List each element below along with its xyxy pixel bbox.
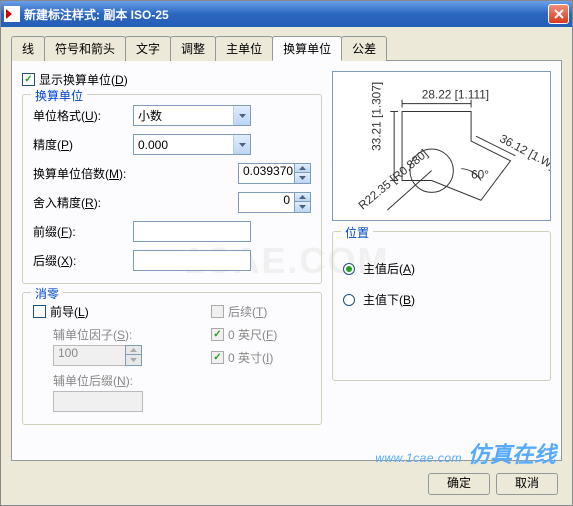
radio-icon — [343, 294, 355, 306]
show-alt-units-checkbox[interactable]: 显示换算单位(D) — [22, 71, 322, 88]
subfactor-spinner: 100 — [53, 345, 211, 366]
position-below-radio[interactable]: 主值下(B) — [343, 291, 540, 308]
spinner-down-icon — [125, 355, 142, 366]
tab-content: 1CAE.COM 显示换算单位(D) 换算单位 单位格式(U): 小数 — [11, 61, 562, 461]
tab-fit[interactable]: 调整 — [170, 36, 216, 61]
subsuffix-input — [53, 391, 143, 412]
spinner-down-icon[interactable] — [294, 202, 311, 213]
checkbox-icon — [22, 73, 35, 86]
tab-primary[interactable]: 主单位 — [215, 36, 273, 61]
checkbox-icon — [33, 305, 46, 318]
chevron-down-icon — [233, 106, 250, 125]
radio-icon — [343, 263, 355, 275]
checkbox-icon — [211, 328, 224, 341]
leading-checkbox[interactable]: 前导(L) — [33, 303, 211, 320]
prefix-input[interactable] — [133, 221, 251, 242]
svg-text:33.21 [1.307]: 33.21 [1.307] — [369, 82, 383, 151]
zero-suppression-group: 消零 前导(L) 辅单位因子(S): 100 — [22, 292, 322, 425]
tab-bar: 线 符号和箭头 文字 调整 主单位 换算单位 公差 — [11, 35, 562, 61]
tab-alternate[interactable]: 换算单位 — [272, 36, 342, 61]
app-icon — [4, 6, 20, 22]
inches-checkbox: 0 英寸(I) — [211, 349, 311, 366]
svg-text:36.12 [1.W]: 36.12 [1.W] — [497, 131, 550, 172]
chevron-down-icon — [233, 135, 250, 154]
tab-tolerance[interactable]: 公差 — [341, 36, 387, 61]
spinner-up-icon[interactable] — [294, 192, 311, 202]
zero-legend: 消零 — [31, 285, 63, 302]
trailing-checkbox: 后续(T) — [211, 303, 311, 320]
subsuffix-label: 辅单位后缀(N): — [53, 372, 211, 389]
tab-symbols[interactable]: 符号和箭头 — [44, 36, 126, 61]
titlebar: 新建标注样式: 副本 ISO-25 — [1, 1, 572, 27]
brand-url: www.1cae.com — [375, 451, 462, 465]
spinner-down-icon[interactable] — [294, 173, 311, 184]
alt-units-group: 换算单位 单位格式(U): 小数 精度(P) 0.000 — [22, 94, 322, 284]
svg-text:R22.35 [R0.880]: R22.35 [R0.880] — [356, 146, 431, 212]
suffix-input[interactable] — [133, 250, 251, 271]
multiplier-spinner[interactable]: 0.039370 — [238, 163, 311, 184]
precision-label: 精度(P) — [33, 136, 133, 153]
position-group: 位置 主值后(A) 主值下(B) — [332, 231, 551, 381]
unit-format-select[interactable]: 小数 — [133, 105, 251, 126]
rounding-spinner[interactable]: 0 — [238, 192, 311, 213]
checkbox-icon — [211, 305, 224, 318]
prefix-label: 前缀(F): — [33, 223, 133, 240]
close-button[interactable] — [548, 4, 569, 24]
checkbox-icon — [211, 351, 224, 364]
preview-pane: 28.22 [1.111] 36.12 [1.W] 33.21 [1.307] … — [332, 71, 551, 221]
ok-button[interactable]: 确定 — [428, 473, 490, 495]
feet-checkbox: 0 英尺(F) — [211, 326, 311, 343]
position-legend: 位置 — [341, 224, 373, 241]
cancel-button[interactable]: 取消 — [496, 473, 558, 495]
alt-units-legend: 换算单位 — [31, 87, 87, 104]
spinner-up-icon[interactable] — [294, 163, 311, 173]
position-after-radio[interactable]: 主值后(A) — [343, 260, 540, 277]
tab-lines[interactable]: 线 — [11, 36, 45, 61]
unit-format-label: 单位格式(U): — [33, 107, 133, 124]
precision-select[interactable]: 0.000 — [133, 134, 251, 155]
subfactor-label: 辅单位因子(S): — [53, 326, 211, 343]
tab-text[interactable]: 文字 — [125, 36, 171, 61]
multiplier-label: 换算单位倍数(M): — [33, 165, 133, 182]
rounding-label: 舍入精度(R): — [33, 194, 133, 211]
dialog-footer: 确定 取消 — [428, 473, 558, 495]
spinner-up-icon — [125, 345, 142, 355]
window-title: 新建标注样式: 副本 ISO-25 — [24, 6, 169, 23]
svg-text:28.22 [1.111]: 28.22 [1.111] — [422, 88, 489, 102]
dialog-window: 新建标注样式: 副本 ISO-25 线 符号和箭头 文字 调整 主单位 换算单位… — [0, 0, 573, 506]
brand-text: 仿真在线 — [468, 437, 556, 469]
suffix-label: 后缀(X): — [33, 252, 133, 269]
svg-text:60°: 60° — [471, 168, 489, 182]
